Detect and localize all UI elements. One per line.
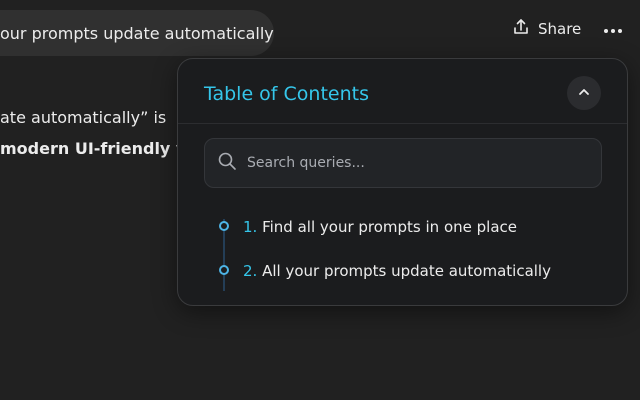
search-box[interactable] [204, 138, 602, 188]
timeline-dot [219, 221, 229, 231]
toc-item-label: Find all your prompts in one place [262, 218, 517, 236]
ellipsis-icon [603, 19, 623, 38]
timeline-dot [219, 265, 229, 275]
toc-header: Table of Contents [178, 59, 627, 124]
share-icon [512, 18, 530, 40]
share-button[interactable]: Share [512, 16, 581, 42]
toc-item-label: All your prompts update automatically [262, 262, 551, 280]
share-label: Share [538, 20, 582, 38]
collapse-button[interactable] [567, 76, 601, 110]
search-icon [217, 151, 237, 175]
toc-item[interactable]: 1. Find all your prompts in one place [243, 218, 517, 236]
more-options-button[interactable] [602, 18, 624, 38]
message-text-line-1: ate automatically” is [0, 108, 167, 127]
search-input[interactable] [245, 154, 579, 172]
conversation-title-chip[interactable]: our prompts update automatically [0, 10, 274, 56]
toc-item-number: 1. [243, 218, 258, 236]
toc-title: Table of Contents [204, 83, 369, 105]
conversation-title-text: our prompts update automatically [0, 23, 274, 43]
toc-item[interactable]: 2. All your prompts update automatically [243, 262, 551, 280]
table-of-contents-panel: Table of Contents 1. Find all your promp… [177, 58, 628, 306]
toc-item-number: 2. [243, 262, 258, 280]
chevron-up-icon [577, 84, 591, 103]
